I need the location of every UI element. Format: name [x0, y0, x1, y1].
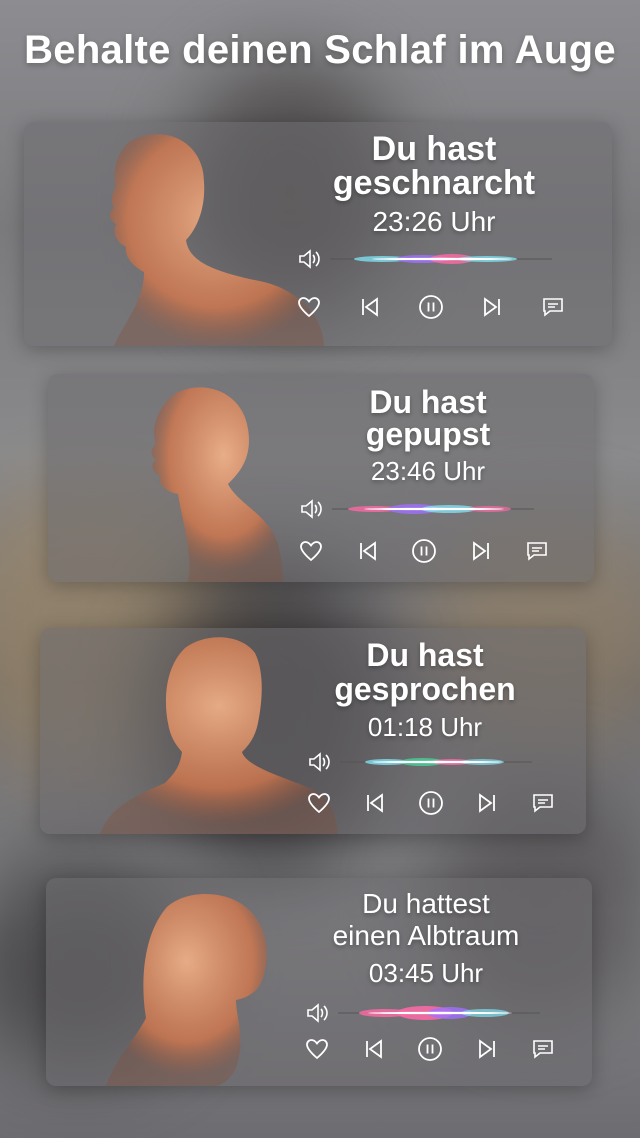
comment-icon[interactable] [530, 1036, 556, 1062]
volume-icon[interactable] [306, 749, 332, 775]
event-title: Du hast geschnarcht [332, 130, 536, 202]
sleep-event-card[interactable]: Du hast gepupst 23:46 Uhr [48, 374, 594, 582]
comment-icon[interactable] [524, 538, 550, 564]
audio-waveform [332, 504, 534, 514]
headline: Behalte deinen Schlaf im Auge [24, 28, 616, 72]
pause-icon[interactable] [417, 1036, 443, 1062]
skip-forward-icon[interactable] [474, 790, 500, 816]
skip-back-icon[interactable] [357, 294, 383, 320]
event-title: Du hast gepupst [365, 384, 491, 452]
event-time: 01:18 Uhr [367, 712, 483, 742]
pause-icon[interactable] [418, 294, 444, 320]
event-title: Du hattest einen Albtraum [332, 888, 520, 951]
volume-icon[interactable] [296, 246, 322, 272]
event-time: 23:26 Uhr [372, 206, 496, 237]
event-time: 03:45 Uhr [368, 958, 484, 988]
skip-back-icon[interactable] [361, 1036, 387, 1062]
skip-forward-icon[interactable] [468, 538, 494, 564]
volume-icon[interactable] [304, 1000, 330, 1026]
sleep-event-card[interactable]: Du hast gesprochen 01:18 Uhr [40, 628, 586, 834]
pause-icon[interactable] [418, 790, 444, 816]
sleep-event-card[interactable]: Du hattest einen Albtraum 03:45 Uhr [46, 878, 592, 1086]
comment-icon[interactable] [540, 294, 566, 320]
audio-waveform [330, 254, 552, 264]
skip-forward-icon[interactable] [474, 1036, 500, 1062]
skip-back-icon[interactable] [362, 790, 388, 816]
heart-icon[interactable] [306, 790, 332, 816]
audio-waveform [340, 758, 532, 766]
heart-icon[interactable] [296, 294, 322, 320]
sleep-event-card[interactable]: Du hast geschnarcht 23:26 Uhr [24, 122, 612, 346]
event-title: Du hast gesprochen [334, 637, 516, 707]
pause-icon[interactable] [411, 538, 437, 564]
audio-waveform [338, 1006, 540, 1020]
volume-icon[interactable] [298, 496, 324, 522]
heart-icon[interactable] [304, 1036, 330, 1062]
comment-icon[interactable] [530, 790, 556, 816]
skip-back-icon[interactable] [355, 538, 381, 564]
heart-icon[interactable] [298, 538, 324, 564]
head-illustration [54, 122, 324, 346]
skip-forward-icon[interactable] [479, 294, 505, 320]
event-time: 23:46 Uhr [370, 456, 486, 486]
